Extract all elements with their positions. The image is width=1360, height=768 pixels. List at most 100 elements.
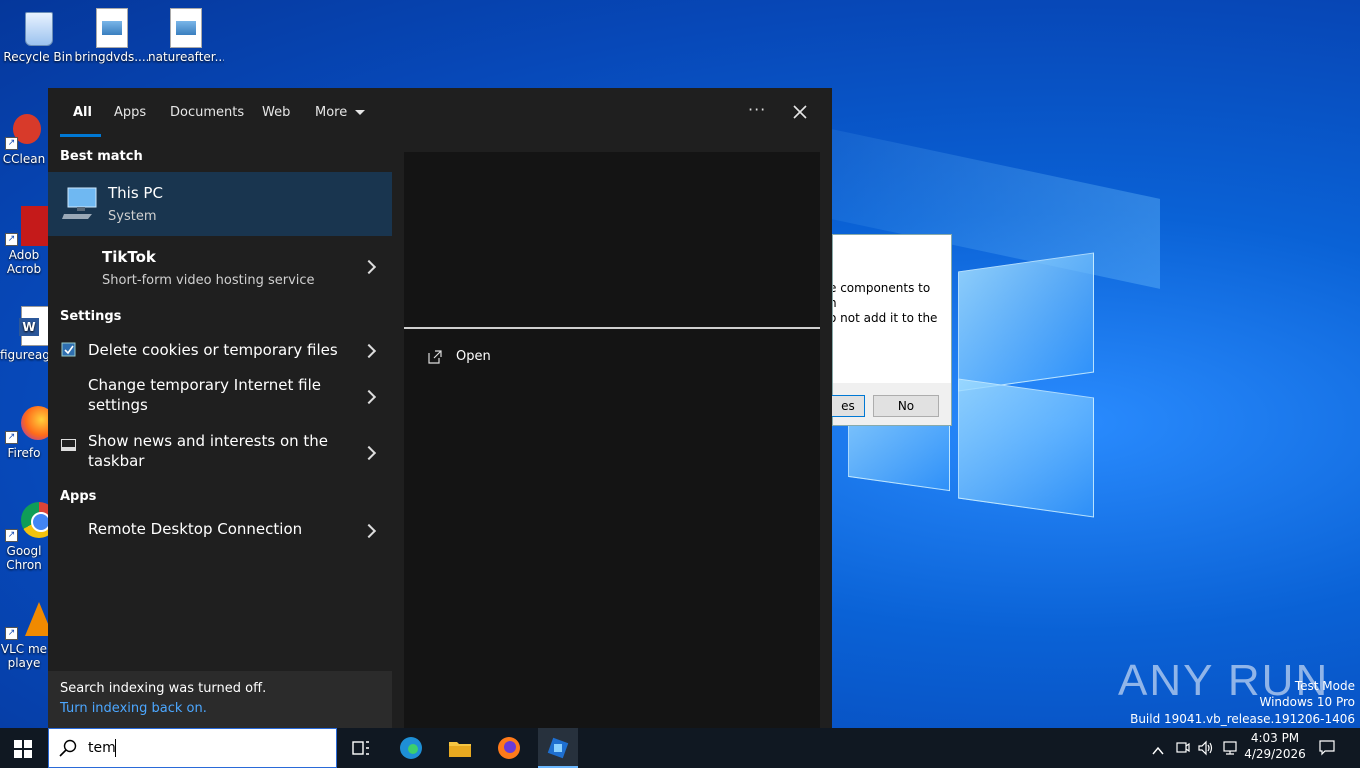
clock-time: 4:03 PM (1250, 731, 1300, 745)
desktop-icon-ccleaner[interactable]: ↗ CClean (0, 110, 48, 166)
computer-icon (62, 186, 98, 220)
result-title: Delete cookies or temporary files (88, 341, 338, 359)
desktop-icon-label: bringdvds.... (74, 50, 150, 64)
ccleaner-icon: ↗ (5, 110, 41, 150)
windows-icon (14, 740, 32, 758)
desktop-icon-chrome[interactable]: ↗ Googl Chron (0, 502, 57, 572)
close-icon[interactable] (792, 104, 808, 120)
desktop-icon-acrobat[interactable]: ↗ Adob Acrob (0, 206, 55, 276)
chevron-right-icon[interactable] (361, 259, 377, 275)
build-label: Build 19041.vb_release.191206-1406 (1130, 712, 1355, 726)
search-icon (59, 739, 77, 757)
clock[interactable]: 4:03 PM 4/29/2026 (1240, 731, 1310, 761)
settings-change-temp-files[interactable]: Change temporary Internet file settings (48, 370, 392, 422)
preview-pane: Open (404, 152, 820, 728)
network-icon[interactable] (1222, 740, 1238, 756)
desktop-icon-label: natureafter... (148, 50, 224, 64)
chrome-icon: ↗ (5, 502, 57, 542)
text-cursor (115, 739, 116, 757)
result-title-line2: settings (88, 396, 148, 414)
desktop-icon-label: figureag (0, 348, 48, 362)
desktop-icon-firefox[interactable]: ↗ Firefo (0, 404, 55, 460)
notifications-icon[interactable] (1319, 740, 1335, 756)
app-remote-desktop[interactable]: Remote Desktop Connection (48, 512, 392, 548)
tab-apps[interactable]: Apps (114, 105, 146, 120)
taskbar-search-box[interactable]: tem (48, 728, 337, 768)
word-doc-icon: W (7, 306, 53, 346)
edge-icon[interactable] (397, 734, 425, 762)
firefox-taskbar-icon[interactable] (495, 734, 523, 762)
desktop-icon-label: Chron (6, 558, 42, 572)
desktop-icon-label: Acrob (6, 262, 42, 276)
results-list: Best match This PC System TikTok Short-f… (48, 138, 392, 728)
desktop-icon-natureafter[interactable]: natureafter... (148, 8, 224, 64)
result-subtitle: System (108, 209, 157, 224)
result-title-line2: taskbar (88, 452, 145, 470)
chevron-up-icon[interactable] (1152, 742, 1164, 755)
chevron-right-icon[interactable] (361, 343, 377, 359)
result-subtitle: Short-form video hosting service (102, 273, 315, 288)
chevron-right-icon[interactable] (361, 523, 377, 539)
clock-date: 4/29/2026 (1244, 747, 1306, 761)
caret-down-icon (355, 110, 366, 115)
section-apps: Apps (60, 489, 97, 504)
desktop-icon-bringdvds[interactable]: bringdvds.... (74, 8, 150, 64)
search-input[interactable]: tem (88, 740, 116, 756)
search-tabs-bar: All Apps Documents Web More ··· (48, 88, 832, 138)
result-title: This PC (108, 184, 163, 202)
dialog-line: e components to (833, 281, 931, 295)
taskbar-settings-icon (61, 436, 76, 451)
desktop-icon-recycle-bin[interactable]: Recycle Bin (0, 8, 76, 64)
start-button[interactable] (14, 740, 32, 758)
tab-all[interactable]: All (73, 105, 92, 120)
recycle-bin-icon (21, 8, 55, 46)
open-icon (428, 349, 442, 364)
meet-now-icon[interactable] (1176, 740, 1190, 756)
preview-divider (404, 327, 820, 329)
web-result-tiktok[interactable]: TikTok Short-form video hosting service (48, 236, 392, 298)
test-mode-label: Test Mode (1294, 679, 1355, 693)
indexing-footer: Search indexing was turned off. Turn ind… (48, 671, 392, 728)
tab-more[interactable]: More (315, 105, 366, 120)
desktop-icon-label: Googl (6, 544, 42, 558)
best-match-this-pc[interactable]: This PC System (48, 172, 392, 236)
dialog-line: o not add it to the (833, 311, 938, 325)
chevron-right-icon[interactable] (361, 389, 377, 405)
desktop-icon-label: VLC me (0, 642, 48, 656)
settings-news-interests[interactable]: Show news and interests on the taskbar (48, 426, 392, 478)
tab-web[interactable]: Web (262, 105, 290, 120)
section-settings: Settings (60, 309, 122, 324)
tab-documents[interactable]: Documents (170, 105, 244, 120)
active-tab-indicator (60, 134, 101, 137)
yes-button[interactable]: es (831, 395, 865, 417)
vlc-icon: ↗ (5, 600, 53, 640)
file-explorer-icon[interactable] (446, 734, 474, 762)
indexing-message: Search indexing was turned off. (60, 681, 267, 696)
result-title: Remote Desktop Connection (88, 520, 303, 538)
chevron-right-icon[interactable] (361, 445, 377, 461)
desktop-icon-label: Adob (8, 248, 40, 262)
task-view-icon[interactable] (347, 734, 375, 762)
desktop-icon-label: playe (7, 656, 41, 670)
desktop-icon-label: Recycle Bin (3, 50, 73, 64)
firefox-icon: ↗ (5, 404, 55, 444)
active-app-button[interactable] (538, 728, 578, 768)
turn-indexing-on-link[interactable]: Turn indexing back on. (60, 701, 207, 716)
settings-delete-cookies[interactable]: Delete cookies or temporary files (48, 332, 392, 368)
no-button[interactable]: No (873, 395, 939, 417)
open-action[interactable]: Open (428, 349, 548, 369)
windows-logo-pane (958, 252, 1094, 392)
volume-icon[interactable] (1198, 740, 1214, 756)
internet-options-icon (61, 342, 76, 357)
result-title: Show news and interests on the (88, 432, 329, 450)
result-title: TikTok (102, 248, 156, 266)
desktop-icon-vlc[interactable]: ↗ VLC me playe (0, 600, 53, 670)
desktop-icon-word-doc[interactable]: W figureag (0, 306, 53, 362)
search-panel: All Apps Documents Web More ··· Best mat… (48, 88, 832, 728)
taskbar: tem 4:03 PM 4/29/2026 (0, 728, 1360, 768)
background-dialog: e components to n o not add it to the es… (831, 234, 952, 426)
more-options-button[interactable]: ··· (748, 100, 766, 119)
image-file-icon (169, 8, 203, 48)
open-label: Open (456, 349, 491, 364)
acrobat-icon: ↗ (5, 206, 55, 246)
